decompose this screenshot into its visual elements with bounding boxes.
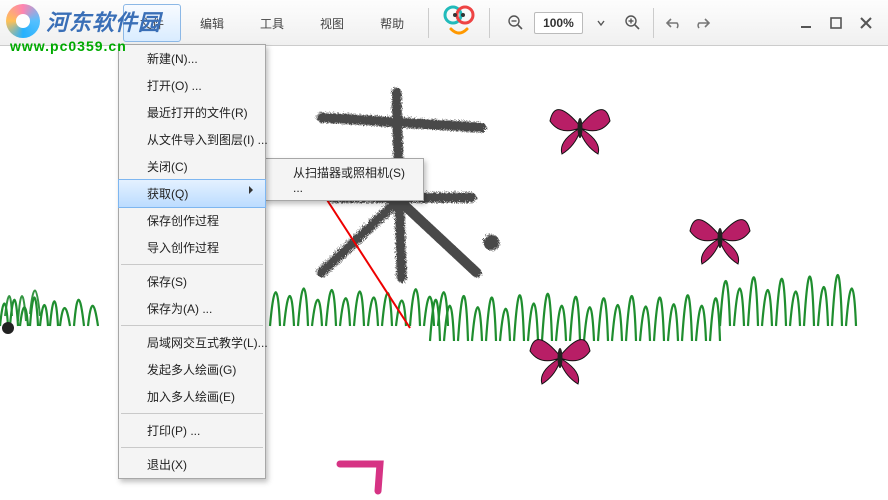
zoom-in-button[interactable] (619, 9, 647, 37)
menu-view[interactable]: 视图 (303, 4, 361, 42)
separator (489, 8, 490, 38)
menu-item-close[interactable]: 关闭(C) (119, 153, 265, 180)
acquire-submenu: 从扫描器或照相机(S) ... (264, 158, 424, 201)
undo-button[interactable] (660, 9, 688, 37)
menu-file[interactable]: 文件 (123, 4, 181, 42)
menu-item-import-layer[interactable]: 从文件导入到图层(I) ... (119, 126, 265, 153)
zoom-in-icon (625, 15, 641, 31)
zoom-controls: 100% (502, 9, 647, 37)
menu-item-start-multi[interactable]: 发起多人绘画(G) (119, 356, 265, 383)
close-icon (859, 16, 873, 30)
zoom-out-button[interactable] (502, 9, 530, 37)
menu-item-open[interactable]: 打开(O) ... (119, 72, 265, 99)
menu-item-print[interactable]: 打印(P) ... (119, 417, 265, 444)
minimize-icon (799, 16, 813, 30)
menu-help[interactable]: 帮助 (363, 4, 421, 42)
separator (653, 8, 654, 38)
menu-item-label: 获取(Q) (147, 187, 188, 201)
butterfly-stamp (550, 110, 610, 154)
menu-item-new[interactable]: 新建(N)... (119, 45, 265, 72)
submenu-item-scanner[interactable]: 从扫描器或照相机(S) ... (265, 159, 423, 200)
separator (428, 8, 429, 38)
menu-separator (121, 264, 263, 265)
maximize-icon (829, 16, 843, 30)
close-button[interactable] (852, 9, 880, 37)
main-toolbar: 文件 编辑 工具 视图 帮助 100% (0, 0, 888, 46)
menu-separator (121, 447, 263, 448)
zoom-dropdown-button[interactable] (587, 9, 615, 37)
redo-button[interactable] (688, 9, 716, 37)
menu-item-recent[interactable]: 最近打开的文件(R) (119, 99, 265, 126)
chevron-right-icon (249, 186, 257, 194)
menu-separator (121, 413, 263, 414)
menu-item-save-process[interactable]: 保存创作过程 (119, 207, 265, 234)
menu-item-acquire[interactable]: 获取(Q) (118, 179, 266, 208)
butterfly-stamp (690, 220, 750, 264)
zoom-out-icon (508, 15, 524, 31)
file-menu-dropdown: 新建(N)... 打开(O) ... 最近打开的文件(R) 从文件导入到图层(I… (118, 44, 266, 479)
menu-tool[interactable]: 工具 (243, 4, 301, 42)
app-logo-icon (441, 5, 477, 41)
zoom-value[interactable]: 100% (534, 12, 583, 34)
chevron-down-icon (597, 19, 605, 27)
menu-item-save-as[interactable]: 保存为(A) ... (119, 295, 265, 322)
menu-item-join-multi[interactable]: 加入多人绘画(E) (119, 383, 265, 410)
maximize-button[interactable] (822, 9, 850, 37)
menu-item-save[interactable]: 保存(S) (119, 268, 265, 295)
butterfly-stamp (530, 340, 590, 384)
undo-icon (665, 16, 683, 30)
menu-item-lan-teach[interactable]: 局域网交互式教学(L)... (119, 329, 265, 356)
redo-icon (693, 16, 711, 30)
menu-separator (121, 325, 263, 326)
menu-item-exit[interactable]: 退出(X) (119, 451, 265, 478)
menu-item-import-process[interactable]: 导入创作过程 (119, 234, 265, 261)
menu-edit[interactable]: 编辑 (183, 4, 241, 42)
minimize-button[interactable] (792, 9, 820, 37)
